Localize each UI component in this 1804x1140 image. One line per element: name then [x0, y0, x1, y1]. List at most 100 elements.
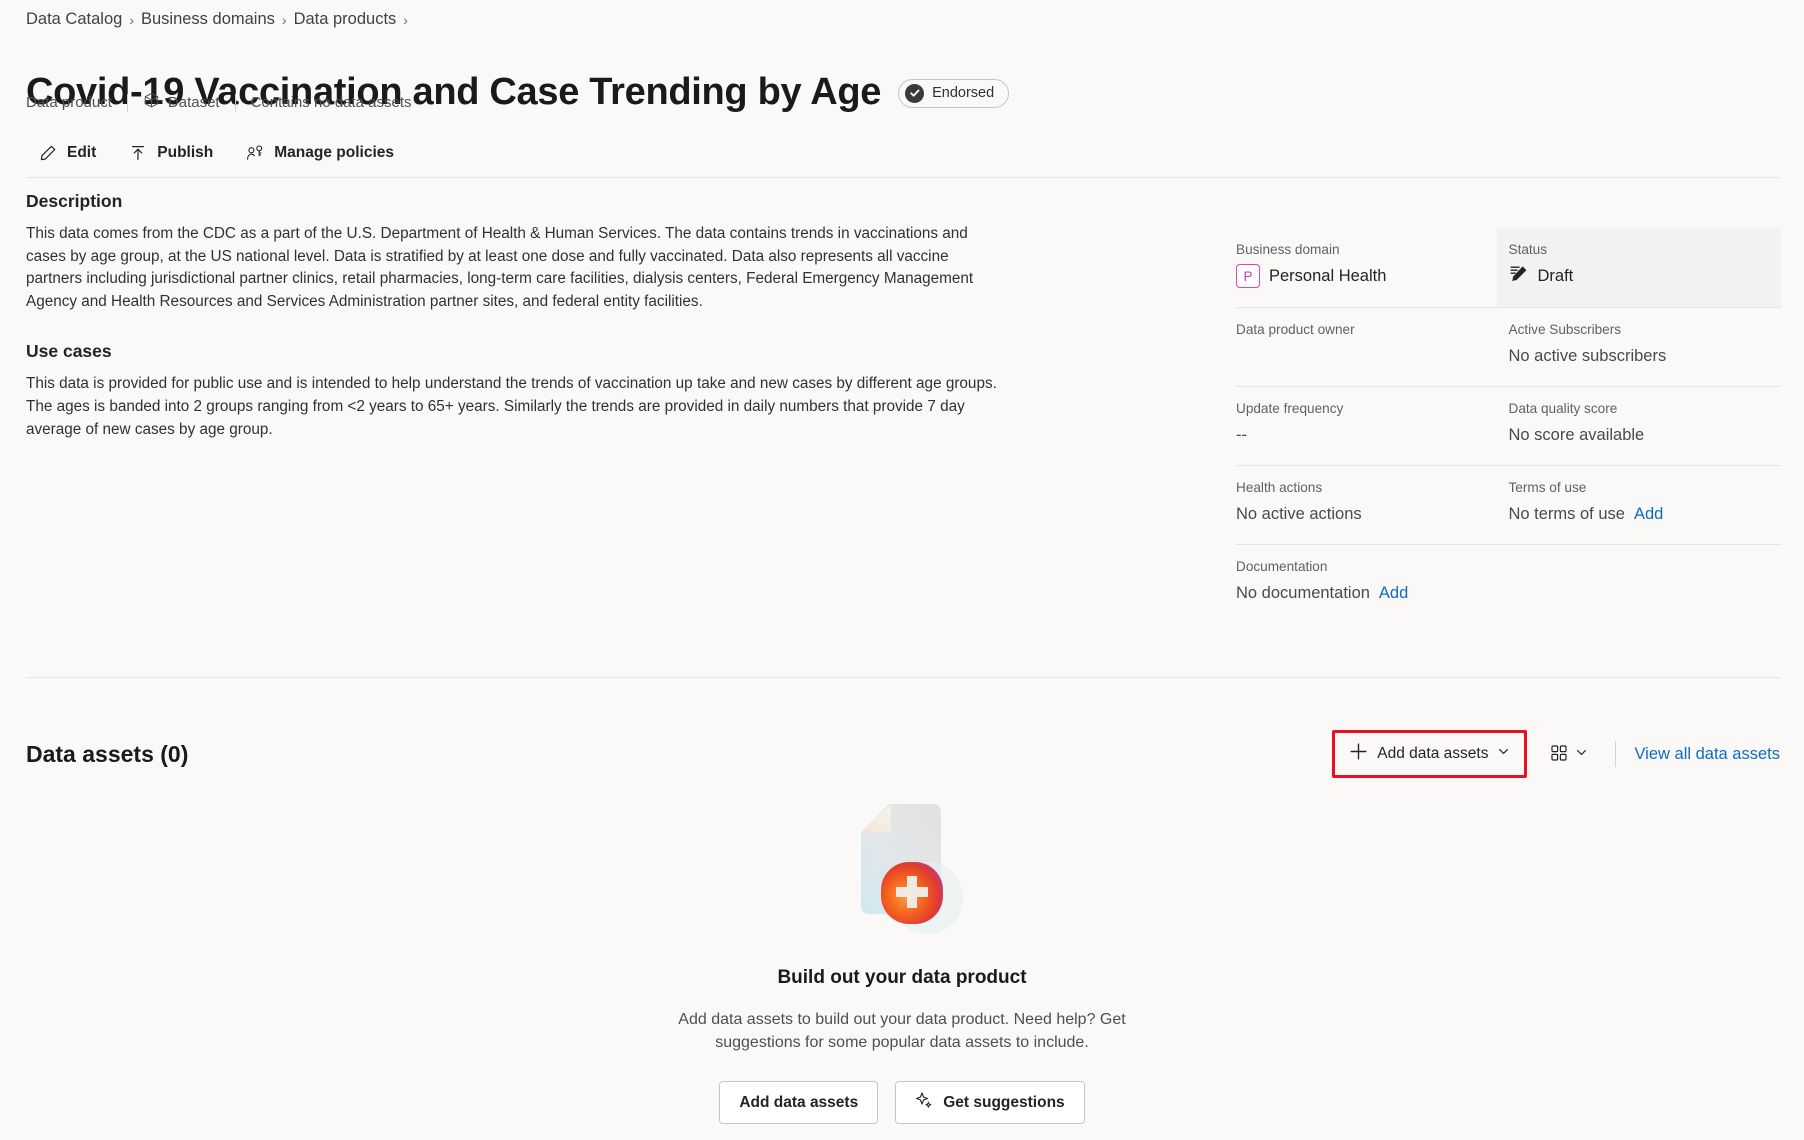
breadcrumb: Data Catalog › Business domains › Data p… — [26, 10, 408, 29]
subtitle-assets-summary: Contains no data assets — [250, 94, 412, 111]
metadata-row: Documentation No documentation Add — [1236, 545, 1781, 623]
sparkle-icon — [915, 1091, 933, 1114]
data-product-page: Data Catalog › Business domains › Data p… — [0, 0, 1804, 1140]
status-value: Draft — [1509, 264, 1782, 289]
divider — [26, 177, 1780, 178]
divider — [126, 93, 128, 112]
terms-of-use-text: No terms of use — [1508, 504, 1625, 523]
chevron-down-icon — [1575, 746, 1588, 762]
metadata-row: Data product owner Active Subscribers No… — [1236, 308, 1781, 387]
owner-label: Data product owner — [1236, 322, 1355, 337]
chevron-right-icon: › — [403, 11, 408, 28]
documentation-value: No documentation Add — [1236, 581, 1509, 605]
metadata-panel: Business domain P Personal Health Status… — [1236, 228, 1781, 623]
get-suggestions-button[interactable]: Get suggestions — [895, 1081, 1085, 1124]
metadata-row: Update frequency -- Data quality score N… — [1236, 387, 1781, 466]
content-left-column: Description This data comes from the CDC… — [26, 191, 1011, 441]
documentation-label: Documentation — [1236, 559, 1328, 574]
edit-button[interactable]: Edit — [26, 136, 108, 169]
business-domain-label: Business domain — [1236, 242, 1340, 257]
health-actions-value: No active actions — [1236, 504, 1362, 523]
empty-state-illustration — [817, 786, 987, 951]
data-assets-header: Data assets (0) Add data assets View all… — [26, 730, 1780, 778]
metadata-field-documentation: Documentation No documentation Add — [1236, 545, 1509, 623]
publish-label: Publish — [157, 143, 214, 161]
subtitle-type-label: Data product — [26, 94, 112, 111]
divider — [1615, 741, 1617, 767]
status-label: Status — [1508, 242, 1548, 257]
empty-state: Build out your data product Add data ass… — [0, 786, 1804, 1124]
add-data-assets-button[interactable]: Add data assets — [1337, 735, 1522, 773]
documentation-add-link[interactable]: Add — [1379, 584, 1408, 603]
metadata-field-terms-of-use: Terms of use No terms of use Add — [1509, 466, 1782, 544]
metadata-field-business-domain: Business domain P Personal Health — [1236, 228, 1509, 307]
chevron-right-icon: › — [129, 11, 134, 28]
publish-arrow-up-icon — [128, 143, 147, 162]
empty-add-label: Add data assets — [739, 1093, 859, 1111]
description-heading: Description — [26, 191, 123, 211]
divider — [234, 93, 236, 112]
description-body: This data comes from the CDC as a part o… — [26, 225, 974, 310]
metadata-field-quality-score: Data quality score No score available — [1509, 387, 1782, 465]
terms-of-use-value: No terms of use Add — [1509, 502, 1782, 526]
empty-state-description: Add data assets to build out your data p… — [678, 1011, 1126, 1051]
breadcrumb-item-business-domains[interactable]: Business domains — [141, 10, 275, 29]
metadata-field-subscribers: Active Subscribers No active subscribers — [1509, 308, 1782, 386]
chevron-right-icon: › — [281, 11, 287, 28]
empty-state-buttons: Add data assets Get suggestions — [719, 1081, 1085, 1124]
quality-score-label: Data quality score — [1508, 401, 1618, 416]
metadata-field-health-actions: Health actions No active actions — [1236, 466, 1509, 544]
highlight-box: Add data assets — [1332, 730, 1528, 778]
publish-button[interactable]: Publish — [116, 136, 225, 169]
use-cases-body: This data is provided for public use and… — [26, 375, 997, 438]
manage-policies-label: Manage policies — [274, 143, 394, 161]
view-all-data-assets-link[interactable]: View all data assets — [1634, 745, 1780, 764]
subtitle-kind-label: Dataset — [167, 94, 220, 111]
business-domain-name: Personal Health — [1269, 266, 1387, 285]
update-frequency-value: -- — [1236, 425, 1247, 444]
update-frequency-label: Update frequency — [1236, 401, 1344, 416]
health-actions-label: Health actions — [1236, 480, 1323, 495]
metadata-spacer-cell — [1509, 545, 1782, 623]
plus-icon — [1349, 742, 1368, 766]
cube-icon — [143, 92, 160, 113]
documentation-text: No documentation — [1236, 583, 1370, 602]
terms-of-use-add-link[interactable]: Add — [1634, 505, 1663, 524]
command-bar: Edit Publish Manage policies — [26, 136, 406, 169]
view-layout-button[interactable] — [1541, 737, 1597, 772]
add-data-assets-label: Add data assets — [1377, 745, 1489, 762]
empty-add-data-assets-button[interactable]: Add data assets — [719, 1081, 879, 1124]
subtitle-kind: Dataset — [143, 92, 220, 113]
draft-pencil-icon — [1509, 264, 1529, 289]
status-text: Draft — [1537, 267, 1574, 285]
edit-label: Edit — [67, 143, 97, 161]
data-assets-title: Data assets (0) — [26, 740, 189, 767]
divider — [26, 677, 1780, 678]
use-cases-heading: Use cases — [26, 341, 112, 362]
person-policy-icon — [245, 143, 264, 162]
page-subtitle: Data product Dataset Contains no data as… — [26, 92, 412, 113]
empty-state-title: Build out your data product — [777, 967, 1027, 988]
status-badge-endorsed[interactable]: Endorsed — [898, 78, 1010, 108]
chevron-down-icon — [1497, 745, 1510, 763]
grid-view-icon — [1550, 744, 1568, 765]
breadcrumb-item-data-products[interactable]: Data products — [294, 10, 397, 29]
owner-value — [1236, 344, 1509, 368]
metadata-field-owner: Data product owner — [1236, 308, 1509, 386]
metadata-field-update-frequency: Update frequency -- — [1236, 387, 1509, 465]
metadata-row: Business domain P Personal Health Status… — [1236, 228, 1781, 308]
business-domain-value[interactable]: P Personal Health — [1236, 264, 1509, 288]
subtitle-type: Data product — [26, 94, 112, 111]
check-circle-icon — [905, 83, 925, 103]
breadcrumb-item-data-catalog[interactable]: Data Catalog — [26, 10, 122, 29]
subscribers-value: No active subscribers — [1508, 346, 1667, 365]
data-assets-actions: Add data assets View all data assets — [1332, 730, 1780, 778]
metadata-field-status: Status Draft — [1496, 228, 1782, 307]
terms-of-use-label: Terms of use — [1508, 480, 1587, 495]
domain-initial-badge: P — [1236, 264, 1260, 288]
get-suggestions-label: Get suggestions — [943, 1093, 1065, 1111]
endorsed-label: Endorsed — [932, 85, 995, 102]
manage-policies-button[interactable]: Manage policies — [233, 136, 406, 169]
pencil-icon — [38, 143, 57, 162]
